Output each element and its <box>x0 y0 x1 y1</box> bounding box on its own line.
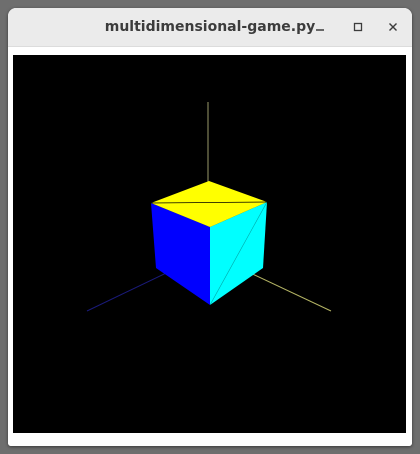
minimize-button[interactable] <box>310 17 330 37</box>
close-button[interactable] <box>383 17 403 37</box>
window-client-area <box>8 47 412 446</box>
minimize-icon <box>316 29 324 31</box>
scene-3d <box>86 102 332 312</box>
maximize-icon <box>353 22 363 32</box>
close-icon <box>389 23 397 31</box>
render-canvas[interactable] <box>13 55 406 433</box>
maximize-button[interactable] <box>348 17 368 37</box>
app-window: multidimensional-game.py <box>8 8 412 446</box>
title-bar[interactable]: multidimensional-game.py <box>8 8 412 47</box>
